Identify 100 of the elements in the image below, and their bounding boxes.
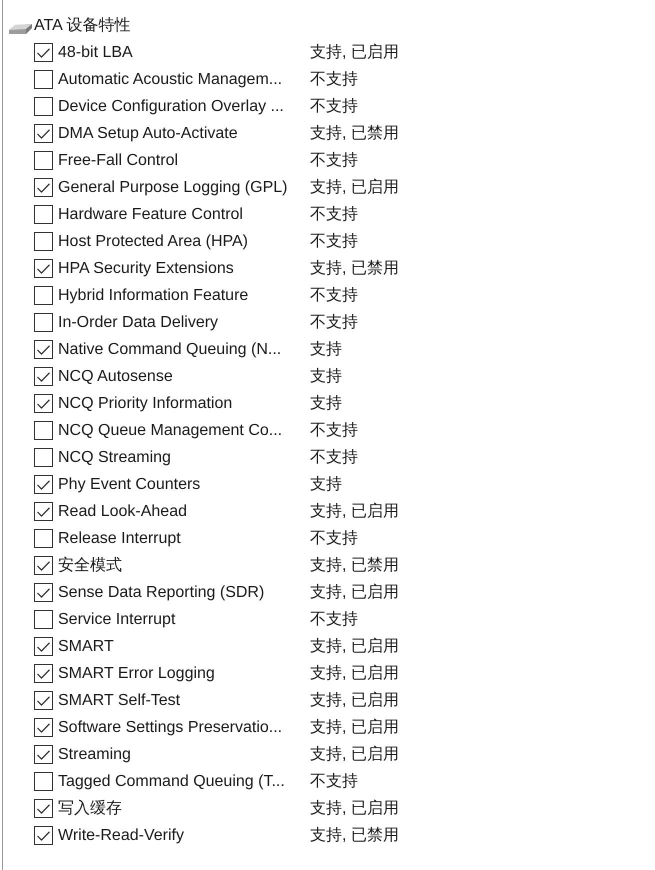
checkbox[interactable] (34, 394, 53, 413)
checkbox[interactable] (34, 259, 53, 278)
feature-status: 不支持 (310, 772, 358, 792)
checkbox[interactable] (34, 43, 53, 62)
check-icon (37, 560, 50, 570)
check-icon (37, 372, 50, 382)
feature-status: 支持, 已启用 (310, 798, 399, 818)
feature-name: SMART Self-Test (58, 690, 182, 710)
feature-status: 不支持 (310, 204, 358, 224)
feature-status: 不支持 (310, 610, 358, 630)
check-icon (37, 128, 50, 138)
drive-icon (9, 22, 32, 34)
feature-status: 不支持 (310, 448, 358, 468)
feature-status: 支持 (310, 366, 342, 386)
checkbox[interactable] (34, 745, 53, 764)
feature-name: 48-bit LBA (58, 42, 134, 62)
feature-status: 支持, 已禁用 (310, 124, 399, 144)
feature-status: 支持, 已启用 (310, 178, 399, 198)
check-icon (37, 48, 50, 58)
feature-status: 不支持 (310, 420, 358, 440)
checkbox[interactable] (34, 556, 53, 575)
feature-name: SMART (58, 636, 115, 656)
feature-status: 支持, 已禁用 (310, 258, 399, 278)
checkbox[interactable] (34, 151, 53, 170)
checkbox[interactable] (34, 826, 53, 845)
checkbox[interactable] (34, 502, 53, 521)
feature-name: Automatic Acoustic Managem... (58, 70, 284, 90)
checkbox[interactable] (34, 637, 53, 656)
feature-name: Software Settings Preservatio... (58, 718, 284, 738)
feature-name: Tagged Command Queuing (T... (58, 772, 286, 792)
checkbox[interactable] (34, 124, 53, 143)
feature-name: Hybrid Information Feature (58, 286, 250, 306)
feature-name: Free-Fall Control (58, 150, 180, 170)
feature-name: In-Order Data Delivery (58, 312, 220, 332)
checkbox[interactable] (34, 367, 53, 386)
checkbox[interactable] (34, 97, 53, 116)
check-icon (37, 722, 50, 732)
feature-status: 支持 (310, 340, 342, 360)
feature-name: Phy Event Counters (58, 474, 202, 494)
feature-name: DMA Setup Auto-Activate (58, 124, 239, 144)
feature-status: 支持, 已启用 (310, 744, 399, 764)
check-icon (37, 668, 50, 678)
feature-status: 支持, 已禁用 (310, 556, 399, 576)
checkbox[interactable] (34, 70, 53, 89)
checkbox[interactable] (34, 799, 53, 818)
feature-status: 不支持 (310, 528, 358, 548)
checkbox[interactable] (34, 691, 53, 710)
checkbox[interactable] (34, 205, 53, 224)
section-title: ATA 设备特性 (34, 16, 130, 36)
checkbox[interactable] (34, 421, 53, 440)
feature-status: 支持, 已禁用 (310, 826, 399, 846)
checkbox[interactable] (34, 664, 53, 683)
feature-status: 支持, 已启用 (310, 502, 399, 522)
feature-status: 不支持 (310, 70, 358, 90)
check-icon (37, 830, 50, 840)
feature-name: Native Command Queuing (N... (58, 340, 282, 360)
check-icon (37, 182, 50, 192)
feature-status: 支持 (310, 474, 342, 494)
checkbox[interactable] (34, 475, 53, 494)
feature-status: 支持, 已启用 (310, 664, 399, 684)
feature-status: 不支持 (310, 96, 358, 116)
feature-name: Release Interrupt (58, 528, 182, 548)
checkbox[interactable] (34, 529, 53, 548)
feature-name: Hardware Feature Control (58, 204, 244, 224)
feature-name: General Purpose Logging (GPL) (58, 178, 288, 198)
checkbox[interactable] (34, 178, 53, 197)
feature-name: Service Interrupt (58, 610, 176, 630)
checkbox[interactable] (34, 772, 53, 791)
check-icon (37, 506, 50, 516)
checkbox[interactable] (34, 610, 53, 629)
feature-name: HPA Security Extensions (58, 258, 235, 278)
check-icon (37, 588, 50, 598)
checkbox[interactable] (34, 340, 53, 359)
feature-name: 写入缓存 (58, 798, 123, 818)
feature-name: Read Look-Ahead (58, 502, 188, 522)
checkbox[interactable] (34, 286, 53, 305)
feature-status: 支持, 已启用 (310, 718, 399, 738)
feature-status: 支持 (310, 394, 342, 414)
check-icon (37, 696, 50, 706)
check-icon (37, 750, 50, 760)
check-icon (37, 480, 50, 490)
feature-name: NCQ Autosense (58, 366, 174, 386)
feature-name: Write-Read-Verify (58, 826, 185, 846)
check-icon (37, 264, 50, 274)
check-icon (37, 642, 50, 652)
feature-name: NCQ Queue Management Co... (58, 420, 284, 440)
checkbox[interactable] (34, 718, 53, 737)
feature-status: 不支持 (310, 312, 358, 332)
checkbox[interactable] (34, 232, 53, 251)
feature-name: NCQ Priority Information (58, 394, 234, 414)
check-icon (37, 344, 50, 354)
checkbox[interactable] (34, 583, 53, 602)
checkbox[interactable] (34, 448, 53, 467)
feature-status: 支持, 已启用 (310, 582, 399, 602)
feature-status: 支持, 已启用 (310, 636, 399, 656)
feature-status: 支持, 已启用 (310, 42, 399, 62)
check-icon (37, 804, 50, 814)
checkbox[interactable] (34, 313, 53, 332)
feature-name: Device Configuration Overlay ... (58, 96, 285, 116)
feature-status: 不支持 (310, 150, 358, 170)
